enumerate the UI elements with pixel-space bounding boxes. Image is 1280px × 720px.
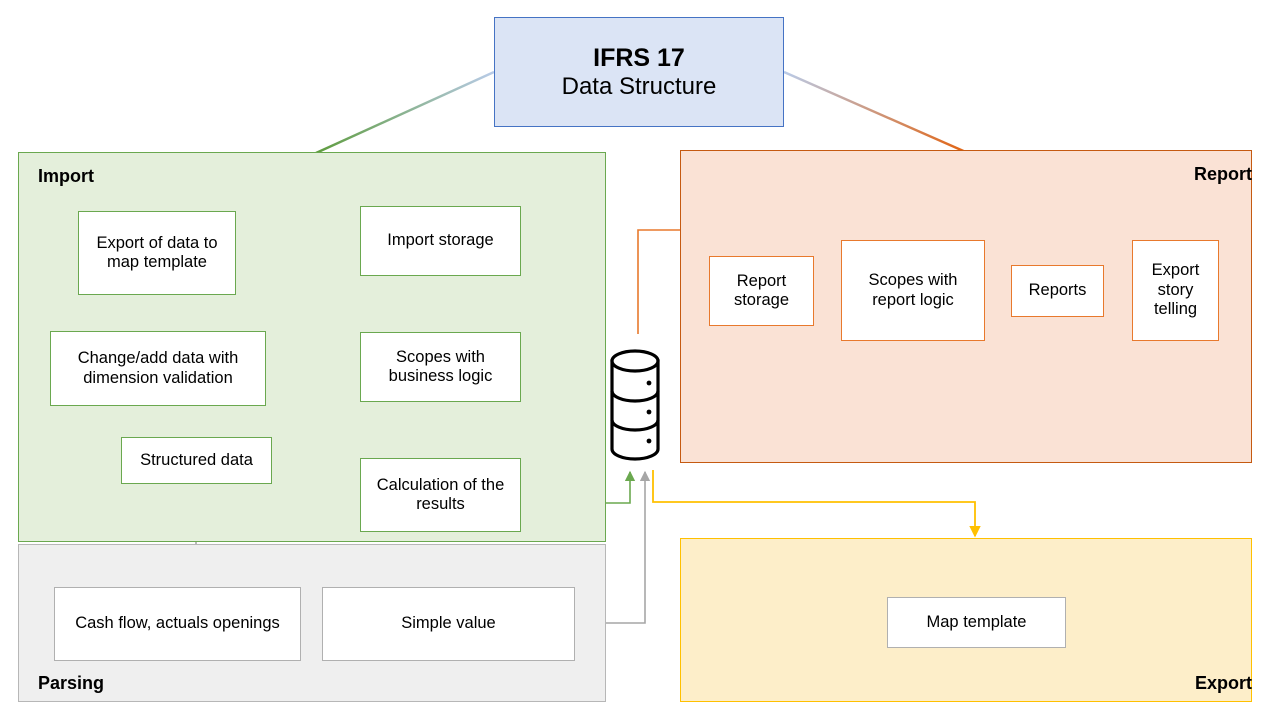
connector-title-to-import bbox=[315, 70, 495, 155]
panel-report-label: Report bbox=[1194, 164, 1252, 184]
title-line-2: Data Structure bbox=[561, 72, 717, 100]
node-report-storage-label: Report storage bbox=[733, 271, 790, 309]
node-map-template[interactable]: Map template bbox=[887, 597, 1066, 648]
node-structured-data-label: Structured data bbox=[140, 450, 253, 469]
node-cash-flow-label: Cash flow, actuals openings bbox=[75, 614, 280, 633]
node-import-storage-label: Import storage bbox=[387, 231, 494, 250]
node-export-story-telling[interactable]: Export story telling bbox=[1132, 240, 1219, 341]
connector-database-to-export bbox=[652, 470, 981, 538]
database-cylinder-icon bbox=[609, 345, 661, 465]
title-line-1: IFRS 17 bbox=[593, 43, 685, 72]
node-structured-data[interactable]: Structured data bbox=[121, 437, 272, 484]
node-reports[interactable]: Reports bbox=[1011, 265, 1104, 317]
node-change-add-data-label: Change/add data with dimension validatio… bbox=[77, 349, 239, 387]
node-export-of-data[interactable]: Export of data to map template bbox=[78, 211, 236, 295]
panel-parsing-label: Parsing bbox=[38, 673, 105, 693]
node-calculation-of-results-label: Calculation of the results bbox=[376, 475, 505, 513]
node-change-add-data[interactable]: Change/add data with dimension validatio… bbox=[50, 331, 266, 406]
node-map-template-label: Map template bbox=[926, 612, 1027, 631]
panel-export-label: Export bbox=[1194, 673, 1252, 693]
node-simple-value[interactable]: Simple value bbox=[322, 587, 575, 661]
diagram-title-box: IFRS 17 Data Structure bbox=[494, 17, 784, 127]
node-export-story-telling-label: Export story telling bbox=[1151, 261, 1200, 319]
node-simple-value-label: Simple value bbox=[401, 614, 496, 633]
node-export-of-data-label: Export of data to map template bbox=[96, 233, 218, 271]
node-scopes-report-logic-label: Scopes with report logic bbox=[868, 271, 958, 309]
node-scopes-business-logic[interactable]: Scopes with business logic bbox=[360, 332, 521, 402]
node-calculation-of-results[interactable]: Calculation of the results bbox=[360, 458, 521, 532]
node-reports-label: Reports bbox=[1028, 281, 1087, 300]
diagram-canvas: IFRS 17 Data Structure Import Export of … bbox=[0, 0, 1280, 720]
node-cash-flow-actuals-openings[interactable]: Cash flow, actuals openings bbox=[54, 587, 301, 661]
node-import-storage[interactable]: Import storage bbox=[360, 206, 521, 276]
connector-title-to-report bbox=[783, 70, 969, 155]
node-scopes-report-logic[interactable]: Scopes with report logic bbox=[841, 240, 985, 341]
panel-import-label: Import bbox=[38, 166, 94, 186]
node-scopes-business-logic-label: Scopes with business logic bbox=[388, 347, 493, 385]
node-report-storage[interactable]: Report storage bbox=[709, 256, 814, 326]
